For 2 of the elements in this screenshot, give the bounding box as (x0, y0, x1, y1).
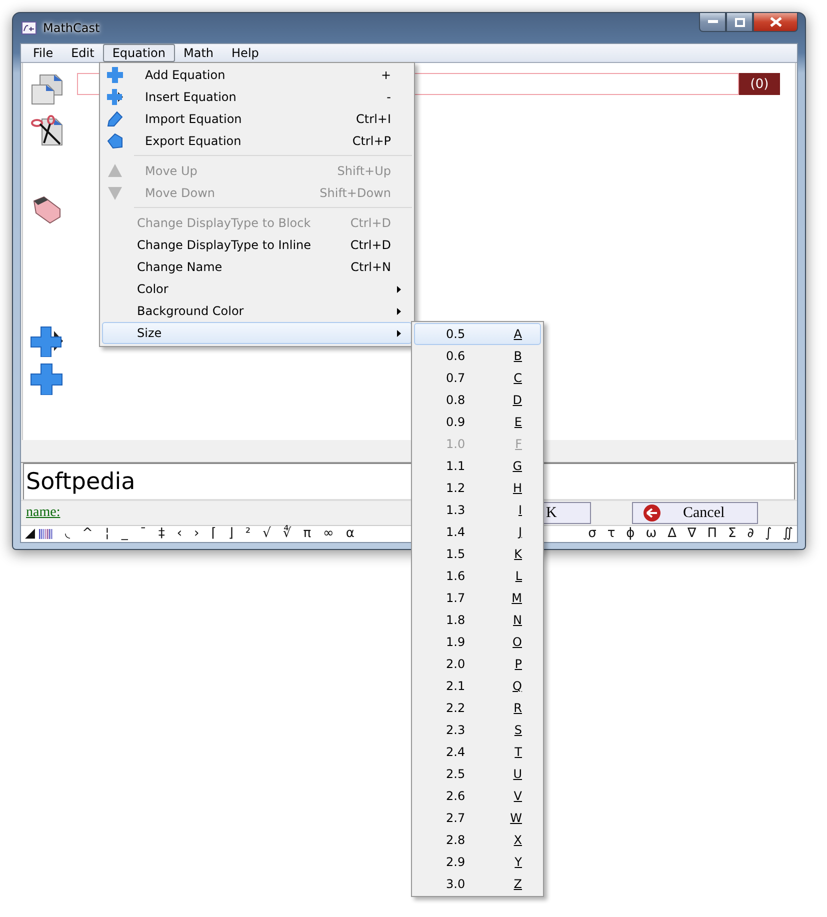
window-title: MathCast (43, 21, 100, 35)
equation-count: (0) (739, 73, 780, 95)
